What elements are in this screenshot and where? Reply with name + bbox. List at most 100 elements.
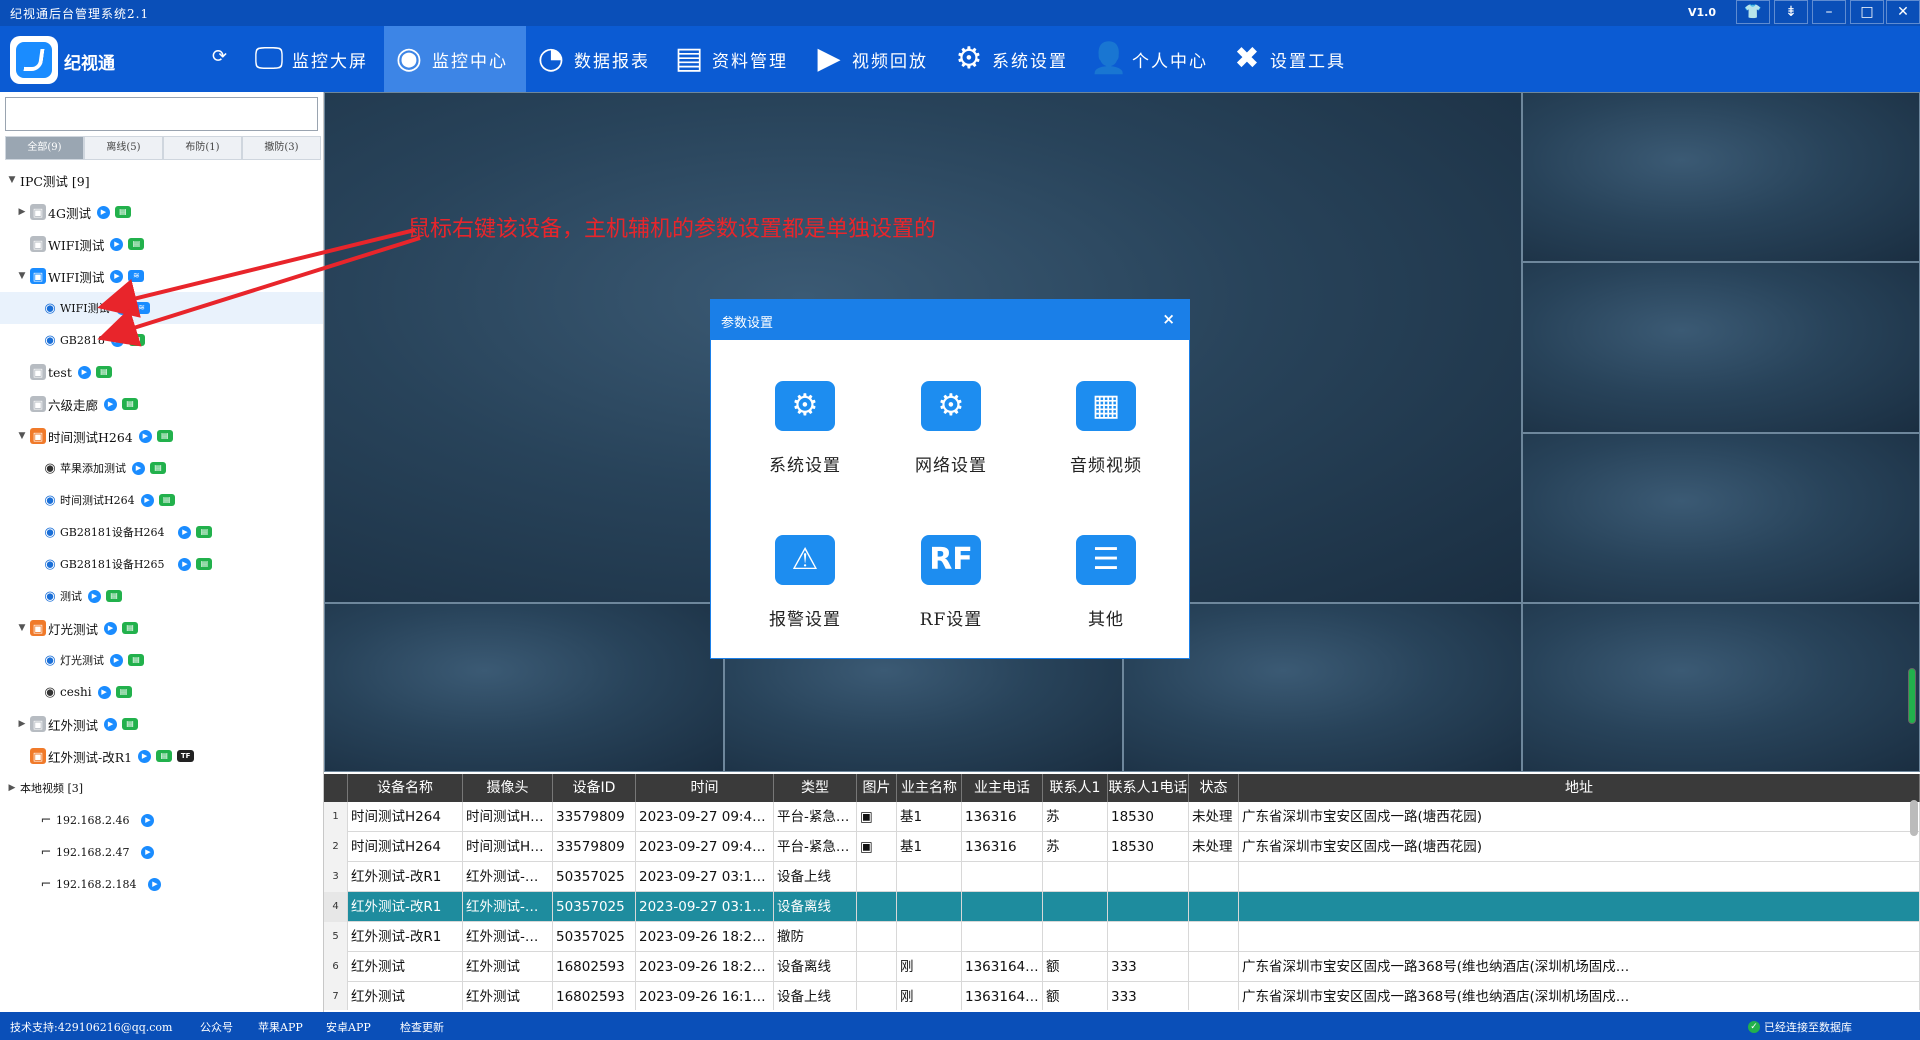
play-status-icon[interactable]: ▶ — [110, 653, 123, 667]
video-cell[interactable] — [1522, 92, 1920, 262]
nav-settings-tools[interactable]: ✖ 设置工具 — [1222, 26, 1352, 92]
picture-icon[interactable] — [857, 892, 897, 922]
play-status-icon[interactable]: ▶ — [96, 205, 110, 219]
play-status-icon[interactable]: ▶ — [178, 557, 192, 571]
col-device-id[interactable]: 设备ID — [553, 774, 636, 802]
table-row[interactable]: 5 红外测试-改R1 红外测试-… 50357025 2023-09-26 18:26:… — [324, 922, 1920, 952]
tree-group-ipc[interactable]: ▼ IPC测试 [9] — [0, 164, 323, 196]
play-status-icon[interactable]: ▶ — [141, 845, 155, 859]
system-settings-option[interactable]: ⚙ 系统设置 — [730, 381, 880, 476]
minimize-icon[interactable]: – — [1812, 0, 1846, 24]
tree-device[interactable]: ▣ WIFI测试 ▶ ▤ — [0, 228, 323, 260]
play-status-icon[interactable]: ▶ — [110, 333, 124, 347]
play-status-icon[interactable]: ▶ — [178, 525, 192, 539]
play-status-icon[interactable]: ▶ — [115, 301, 129, 315]
collapse-arrow-icon[interactable]: ▼ — [16, 271, 28, 281]
video-side-scrollbar[interactable] — [1908, 668, 1916, 724]
tree-camera[interactable]: ◉ GB28181设备H265 ▶ ▤ — [0, 548, 323, 580]
play-status-icon[interactable]: ▶ — [138, 429, 152, 443]
nav-video-playback[interactable]: ▶ 视频回放 — [804, 26, 934, 92]
table-row[interactable]: 7 红外测试 红外测试 16802593 2023-09-26 16:15:00 设备上线… — [324, 982, 1920, 1010]
picture-icon[interactable] — [857, 922, 897, 952]
filter-all[interactable]: 全部(9) — [5, 136, 84, 160]
play-status-icon[interactable]: ▶ — [110, 237, 124, 251]
play-status-icon[interactable]: ▶ — [138, 749, 152, 763]
picture-icon[interactable] — [857, 862, 897, 892]
tree-camera[interactable]: ◉ 时间测试H264 ▶ ▤ — [0, 484, 323, 516]
dialog-close-icon[interactable]: × — [1162, 310, 1175, 328]
nav-monitor-center[interactable]: ◉ 监控中心 — [384, 26, 526, 92]
nav-data-report[interactable]: ◔ 数据报表 — [526, 26, 656, 92]
play-status-icon[interactable]: ▶ — [97, 685, 111, 699]
tree-camera[interactable]: ◉ GB2818 ▶ ▤ — [0, 324, 323, 356]
nav-monitor-wall[interactable]: 🖵 监控大屏 — [244, 26, 374, 92]
picture-icon[interactable]: ▣ — [857, 802, 897, 832]
tree-camera[interactable]: ◉ 测试 ▶ ▤ — [0, 580, 323, 612]
android-app-link[interactable]: 安卓APP — [326, 1019, 371, 1035]
table-row[interactable]: 4 红外测试-改R1 红外测试-… 50357025 2023-09-27 03:15:… — [324, 892, 1920, 922]
nav-personal-center[interactable]: 👤 个人中心 — [1084, 26, 1214, 92]
tree-camera[interactable]: ◉ ceshi ▶ ▤ — [0, 676, 323, 708]
col-status[interactable]: 状态 — [1189, 774, 1239, 802]
col-owner-name[interactable]: 业主名称 — [897, 774, 962, 802]
col-picture[interactable]: 图片 — [857, 774, 897, 802]
tree-local-camera[interactable]: ⌐ 192.168.2.46 ▶ — [0, 804, 323, 836]
check-update-link[interactable]: 检查更新 — [400, 1019, 444, 1035]
play-status-icon[interactable]: ▶ — [132, 461, 145, 475]
tree-device[interactable]: ▼ ▣ 灯光测试 ▶ ▤ — [0, 612, 323, 644]
col-owner-phone[interactable]: 业主电话 — [962, 774, 1043, 802]
refresh-icon[interactable]: ⟳ — [212, 46, 227, 67]
filter-disarmed[interactable]: 撤防(3) — [242, 136, 321, 160]
shirt-icon[interactable]: 👕 — [1736, 0, 1770, 24]
filter-armed[interactable]: 布防(1) — [163, 136, 242, 160]
tree-device[interactable]: ▣ 六级走廊 ▶ ▤ — [0, 388, 323, 420]
wechat-link[interactable]: 公众号 — [200, 1019, 233, 1035]
play-status-icon[interactable]: ▶ — [104, 397, 118, 411]
col-contact1-phone[interactable]: 联系人1电话 — [1108, 774, 1189, 802]
filter-offline[interactable]: 离线(5) — [84, 136, 163, 160]
tree-device[interactable]: ▣ test ▶ ▤ — [0, 356, 323, 388]
play-status-icon[interactable]: ▶ — [148, 877, 162, 891]
video-cell[interactable] — [1522, 262, 1920, 433]
tree-device[interactable]: ▼ ▣ WIFI测试 ▶ ≋ — [0, 260, 323, 292]
table-scrollbar[interactable] — [1910, 800, 1918, 836]
other-settings-option[interactable]: ☰ 其他 — [1031, 535, 1181, 630]
col-address[interactable]: 地址 — [1239, 774, 1920, 802]
picture-icon[interactable]: ▣ — [857, 832, 897, 862]
play-status-icon[interactable]: ▶ — [77, 365, 91, 379]
expand-arrow-icon[interactable]: ▶ — [16, 719, 28, 729]
expand-arrow-icon[interactable]: ▶ — [16, 207, 28, 217]
collapse-arrow-icon[interactable]: ▼ — [16, 623, 28, 633]
col-time[interactable]: 时间 — [636, 774, 774, 802]
tree-camera[interactable]: ◉ 灯光测试 ▶ ▤ — [0, 644, 323, 676]
play-status-icon[interactable]: ▶ — [110, 269, 124, 283]
table-row[interactable]: 6 红外测试 红外测试 16802593 2023-09-26 18:23:45 设备离线… — [324, 952, 1920, 982]
tree-camera[interactable]: ◉ WIFI测试 ▶ ≋ — [0, 292, 323, 324]
tree-device[interactable]: ▶ ▣ 4G测试 ▶ ▤ — [0, 196, 323, 228]
tree-local-camera[interactable]: ⌐ 192.168.2.47 ▶ — [0, 836, 323, 868]
collapse-arrow-icon[interactable]: ▼ — [6, 175, 18, 185]
tree-camera[interactable]: ◉ 苹果添加测试 ▶ ▤ — [0, 452, 323, 484]
network-settings-option[interactable]: ⚙ 网络设置 — [876, 381, 1026, 476]
col-contact1[interactable]: 联系人1 — [1043, 774, 1108, 802]
video-cell[interactable] — [1522, 433, 1920, 603]
col-device-name[interactable]: 设备名称 — [348, 774, 463, 802]
rf-settings-option[interactable]: RF RF设置 — [876, 535, 1026, 630]
close-icon[interactable]: ✕ — [1886, 0, 1920, 24]
nav-data-management[interactable]: ▤ 资料管理 — [664, 26, 794, 92]
table-row[interactable]: 2 时间测试H264 时间测试H264 33579809 2023-09-27 09:4… — [324, 832, 1920, 862]
device-search-input[interactable] — [5, 97, 318, 131]
tree-device[interactable]: ▶ ▣ 红外测试 ▶ ▤ — [0, 708, 323, 740]
picture-icon[interactable] — [857, 982, 897, 1010]
play-status-icon[interactable]: ▶ — [88, 589, 101, 603]
collapse-arrow-icon[interactable]: ▼ — [16, 431, 28, 441]
alarm-settings-option[interactable]: ⚠ 报警设置 — [730, 535, 880, 630]
expand-arrow-icon[interactable]: ▶ — [6, 783, 18, 793]
play-status-icon[interactable]: ▶ — [140, 493, 154, 507]
tree-local-camera[interactable]: ⌐ 192.168.2.184 ▶ — [0, 868, 323, 900]
table-row[interactable]: 3 红外测试-改R1 红外测试-… 50357025 2023-09-27 03:15:… — [324, 862, 1920, 892]
audio-video-option[interactable]: ▦ 音频视频 — [1031, 381, 1181, 476]
apple-app-link[interactable]: 苹果APP — [258, 1019, 303, 1035]
picture-icon[interactable] — [857, 952, 897, 982]
tree-device[interactable]: ▼ ▣ 时间测试H264 ▶ ▤ — [0, 420, 323, 452]
